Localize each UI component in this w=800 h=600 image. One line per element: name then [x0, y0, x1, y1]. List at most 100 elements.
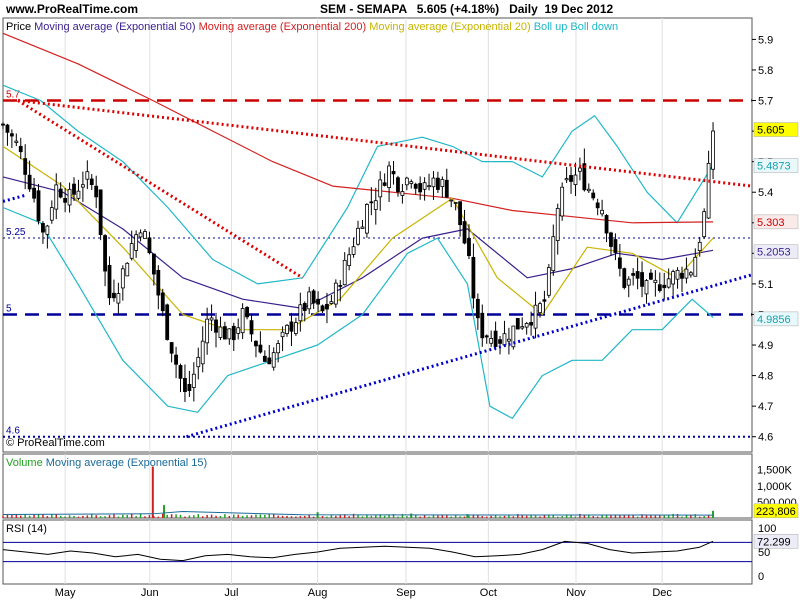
- candle-body: [58, 188, 63, 198]
- candle-body: [595, 202, 600, 209]
- candle-body: [289, 321, 294, 332]
- candle-body: [333, 282, 338, 305]
- candle-body: [404, 177, 409, 186]
- candle-body: [174, 354, 178, 365]
- candle-body: [467, 238, 471, 257]
- candle-body: [600, 209, 605, 215]
- price-tick-label: 4.8: [758, 371, 773, 383]
- x-tick-label: Aug: [308, 587, 328, 599]
- candlestick: [515, 318, 520, 330]
- candle-body: [671, 271, 676, 285]
- rsi-legend: RSI (14): [6, 523, 47, 535]
- price-tick-label: 5.1: [758, 279, 773, 291]
- candle-body: [302, 303, 307, 311]
- candle-body: [45, 225, 50, 235]
- volume-tick-label: 1,000K: [757, 481, 793, 493]
- candle-body: [613, 239, 618, 253]
- volume-badge-label: 223,806: [756, 506, 796, 518]
- candle-body: [653, 279, 658, 283]
- legend-entry: Moving average (Exponential 20): [366, 21, 530, 33]
- candle-body: [240, 308, 245, 334]
- candle-body: [520, 326, 525, 329]
- candlestick: [165, 303, 170, 341]
- candle-body: [298, 304, 303, 322]
- candle-body: [120, 268, 125, 289]
- candlestick: [98, 189, 103, 241]
- candle-body: [444, 179, 449, 198]
- candle-body: [125, 262, 130, 277]
- price-badge-label: 4.9856: [757, 314, 791, 326]
- rsi-tick-label: 50: [758, 547, 770, 559]
- candle-body: [307, 291, 312, 310]
- candle-body: [693, 256, 698, 277]
- candle-body: [85, 171, 90, 180]
- candle-body: [360, 226, 365, 229]
- rsi-badge-label: 72.299: [757, 536, 791, 548]
- candle-body: [484, 335, 489, 338]
- candle-body: [1, 123, 5, 126]
- candle-body: [32, 187, 36, 199]
- candle-body: [316, 298, 320, 305]
- candle-body: [662, 284, 667, 289]
- candle-body: [617, 257, 622, 269]
- candle-body: [555, 207, 560, 241]
- candle-body: [200, 340, 205, 365]
- candle-body: [711, 130, 715, 170]
- candle-body: [378, 179, 383, 198]
- candlestick: [125, 262, 130, 277]
- candle-body: [564, 178, 569, 181]
- candlestick: [365, 203, 369, 238]
- price-tick-label: 5.4: [758, 187, 773, 199]
- price-badge-label: 5.4873: [757, 161, 791, 173]
- candle-body: [178, 365, 183, 379]
- candle-body: [409, 181, 414, 184]
- candle-body: [462, 221, 467, 244]
- candle-body: [649, 272, 653, 280]
- candle-body: [626, 278, 631, 286]
- candle-body: [391, 170, 396, 175]
- candle-body: [382, 182, 387, 186]
- candlestick: [546, 264, 551, 298]
- candle-body: [640, 272, 644, 287]
- candle-body: [9, 133, 14, 137]
- candle-body: [507, 338, 511, 342]
- price-tick-label: 5.8: [758, 65, 773, 77]
- candle-body: [498, 339, 502, 344]
- price-legend: Price Moving average (Exponential 50) Mo…: [6, 21, 618, 33]
- candle-body: [542, 299, 547, 302]
- candle-body: [657, 284, 662, 291]
- candle-body: [187, 384, 192, 392]
- candle-body: [271, 352, 276, 368]
- level-label: 4.6: [6, 426, 20, 437]
- candle-body: [436, 177, 440, 190]
- candle-body: [706, 162, 711, 219]
- rsi-tick-label: 100: [758, 523, 776, 535]
- rsi-tick-label: 0: [758, 571, 764, 583]
- candle-body: [622, 268, 627, 288]
- candle-body: [427, 185, 431, 188]
- candle-body: [413, 183, 418, 189]
- candle-body: [635, 271, 640, 279]
- candle-body: [533, 304, 538, 329]
- candlestick: [622, 267, 627, 290]
- candle-body: [560, 186, 565, 217]
- candle-body: [23, 158, 28, 175]
- price-tick-label: 4.7: [758, 401, 773, 413]
- candle-body: [458, 201, 462, 226]
- candle-body: [41, 223, 45, 233]
- candle-body: [524, 323, 529, 328]
- candle-body: [107, 264, 112, 299]
- price-tick-label: 5.7: [758, 96, 773, 108]
- candlestick: [511, 325, 516, 350]
- candle-body: [183, 377, 187, 392]
- candle-body: [666, 278, 671, 288]
- volume-legend: Volume Moving average (Exponential 15): [6, 457, 207, 469]
- legend-entry: Moving average (Exponential 50): [31, 21, 195, 33]
- candle-body: [338, 285, 343, 287]
- x-tick-label: Nov: [566, 587, 586, 599]
- candle-body: [586, 188, 591, 192]
- level-label: 5.25: [6, 227, 26, 238]
- x-tick-label: Sep: [396, 587, 416, 599]
- price-panel: [2, 17, 753, 453]
- candle-body: [480, 312, 485, 339]
